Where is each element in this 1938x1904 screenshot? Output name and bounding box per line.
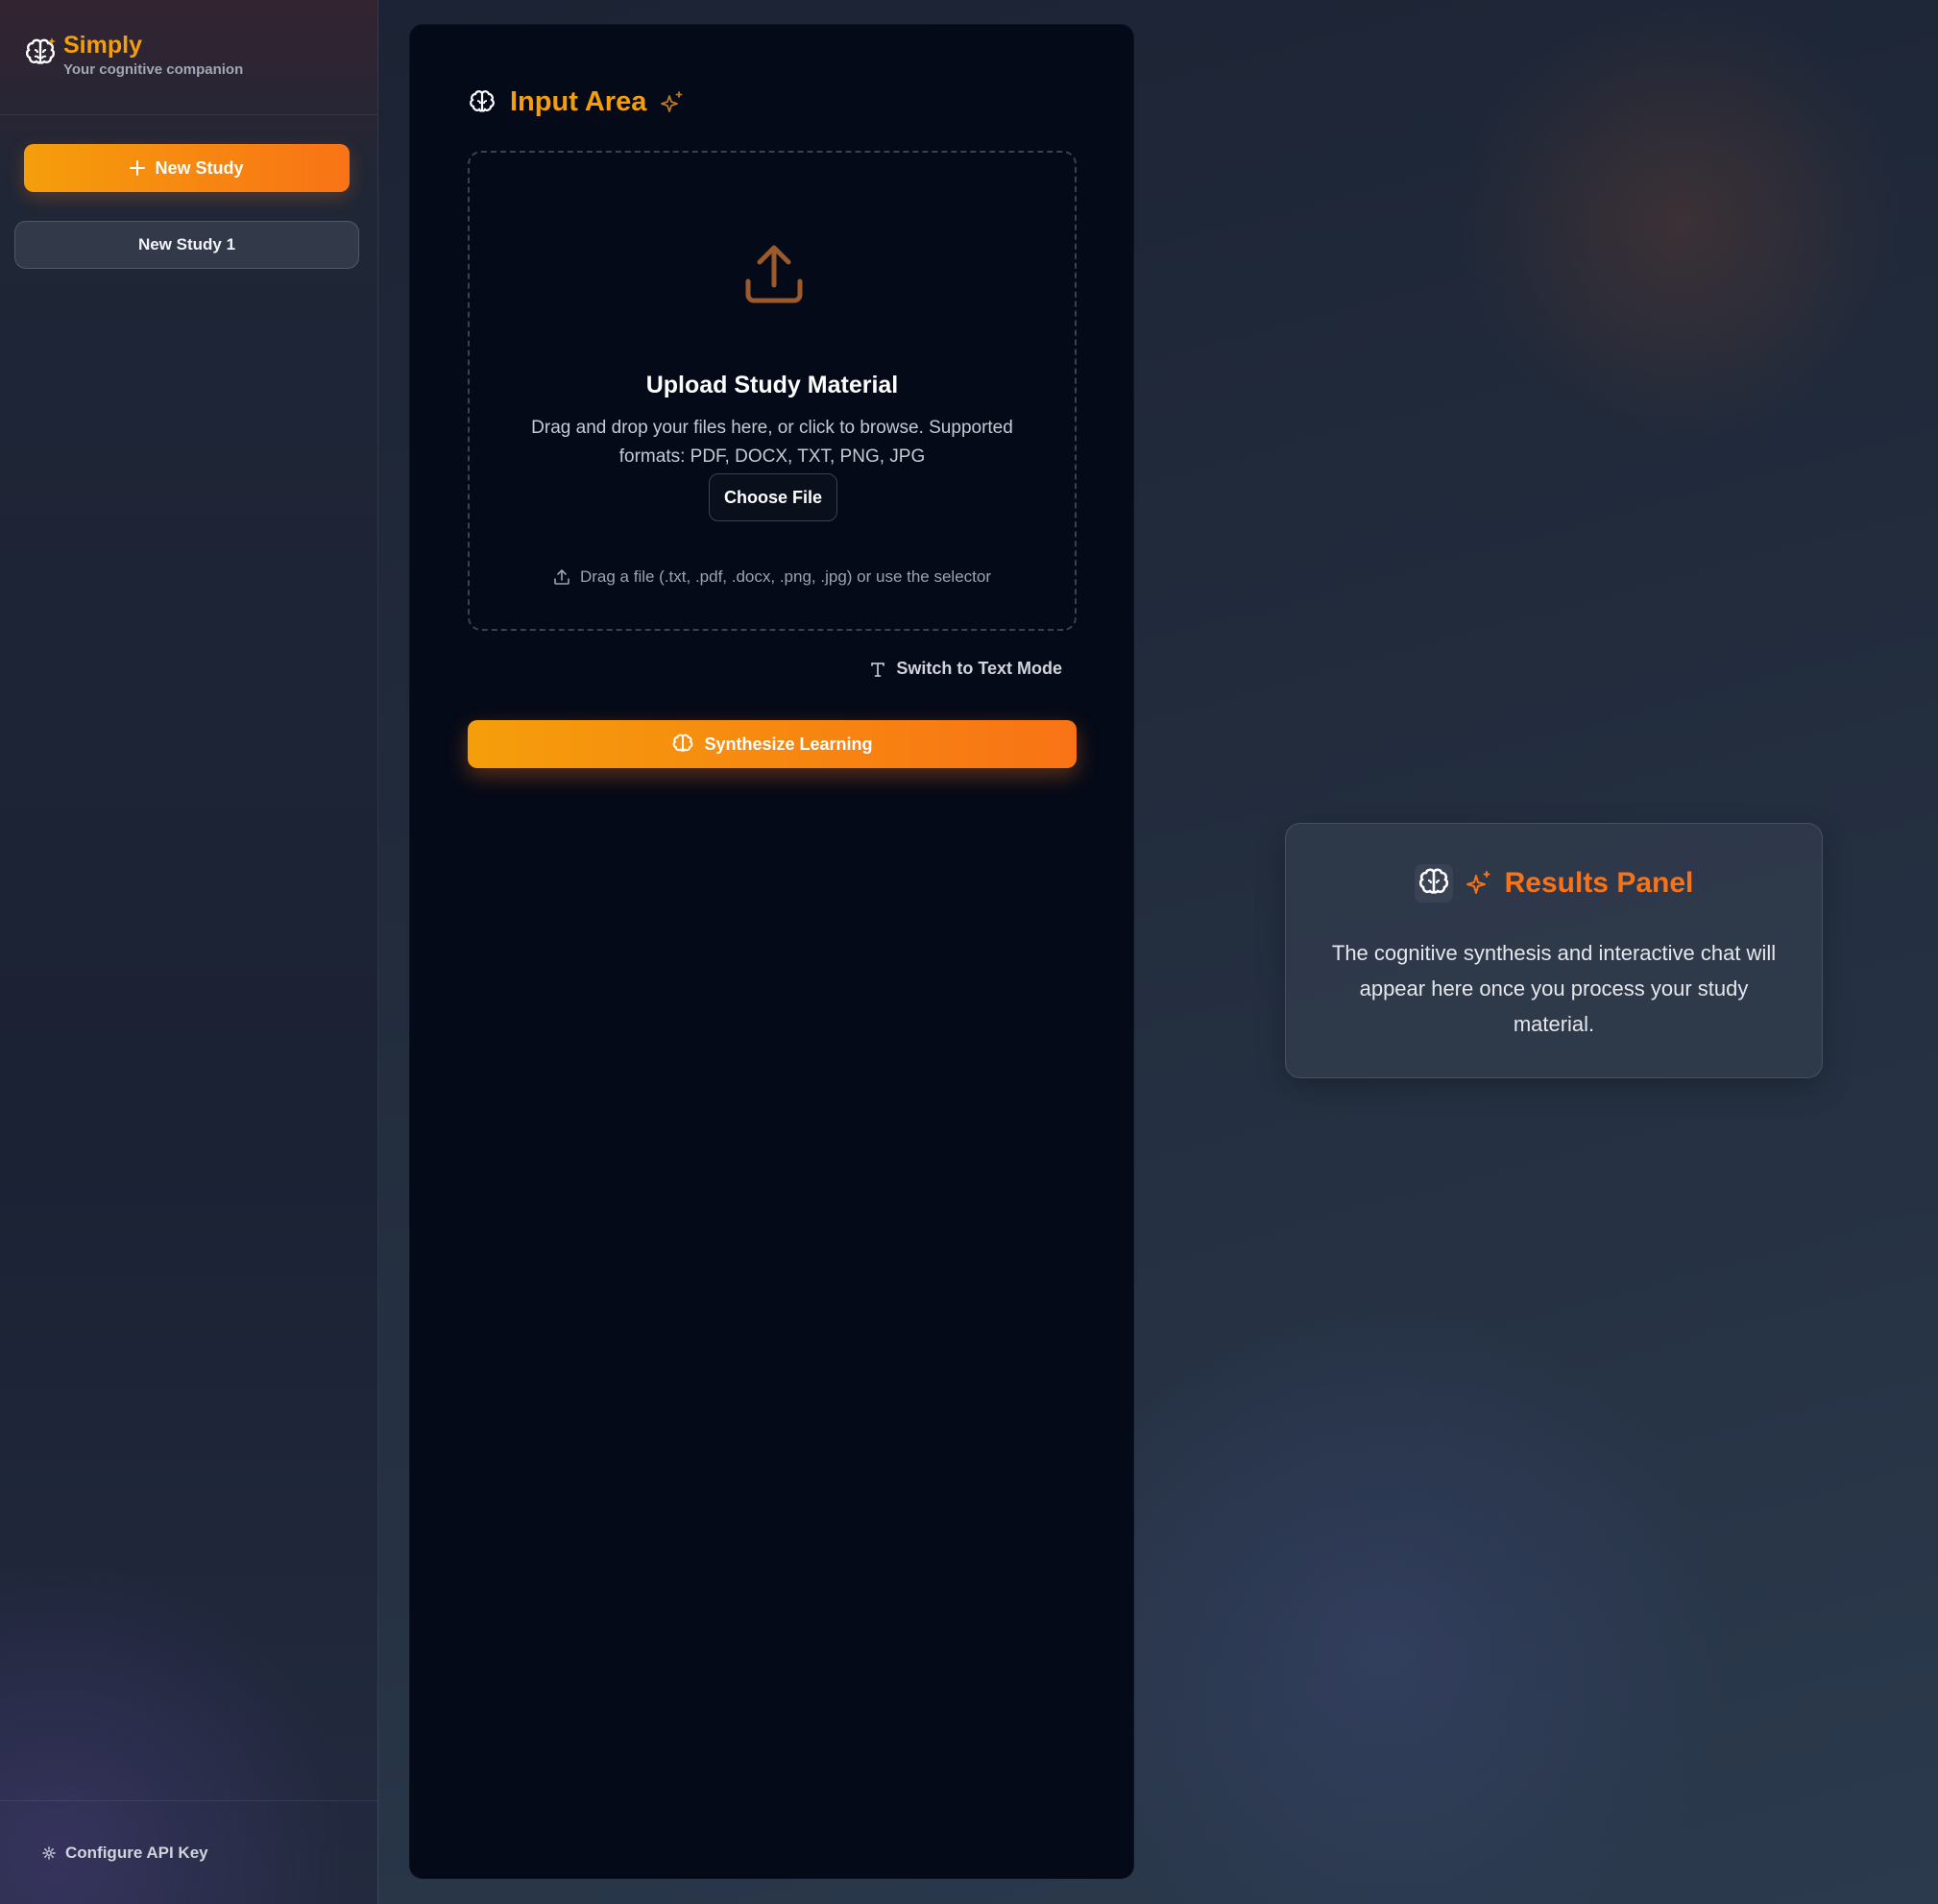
- brand-header: Simply Your cognitive companion: [0, 0, 377, 115]
- choose-file-label: Choose File: [723, 487, 822, 507]
- new-study-label: New Study: [155, 157, 244, 178]
- upload-dropzone[interactable]: Upload Study Material Drag and drop your…: [468, 151, 1077, 631]
- sidebar: Simply Your cognitive companion New Stud…: [0, 0, 378, 1904]
- text-type-icon: [869, 661, 886, 678]
- results-description: The cognitive synthesis and interactive …: [1331, 941, 1777, 1036]
- results-header: Results Panel: [1286, 864, 1822, 903]
- configure-api-key-label: Configure API Key: [65, 1843, 208, 1862]
- synthesize-label: Synthesize Learning: [704, 734, 873, 754]
- plus-icon: [130, 160, 146, 176]
- results-title: Results Panel: [1504, 867, 1694, 899]
- results-panel: Results Panel The cognitive synthesis an…: [1285, 823, 1823, 1078]
- brain-logo-icon: [23, 36, 58, 70]
- upload-small-icon: [553, 568, 570, 586]
- synthesize-learning-button[interactable]: Synthesize Learning: [468, 720, 1077, 768]
- configure-api-key-button[interactable]: Configure API Key: [42, 1844, 208, 1863]
- upload-hint: Drag a file (.txt, .pdf, .docx, .png, .j…: [470, 567, 1075, 587]
- new-study-button[interactable]: New Study: [24, 144, 350, 192]
- input-panel: Input Area Upload Study Material Drag an…: [409, 24, 1134, 1879]
- brain-icon: [671, 733, 694, 756]
- app-subtitle: Your cognitive companion: [63, 60, 244, 78]
- choose-file-button[interactable]: Choose File: [709, 473, 837, 521]
- upload-hint-text: Drag a file (.txt, .pdf, .docx, .png, .j…: [579, 567, 992, 586]
- sidebar-item-new-study-1[interactable]: New Study 1: [14, 221, 359, 269]
- switch-label: Switch to Text Mode: [896, 659, 1062, 678]
- upload-description: Drag and drop your files here, or click …: [531, 418, 1013, 467]
- sidebar-footer: Configure API Key: [0, 1800, 378, 1904]
- input-area-title: Input Area: [510, 86, 647, 117]
- input-area-header: Input Area: [468, 86, 685, 118]
- sidebar-item-label: New Study 1: [137, 235, 236, 253]
- brain-icon: [1414, 864, 1453, 903]
- sparkles-icon: [660, 90, 685, 115]
- upload-title: Upload Study Material: [645, 372, 899, 398]
- sparkles-icon: [1465, 869, 1493, 898]
- app-title: Simply: [63, 31, 142, 59]
- upload-icon: [740, 241, 808, 308]
- gear-icon: [42, 1845, 56, 1860]
- brain-icon: [468, 88, 497, 117]
- switch-to-text-mode-button[interactable]: Switch to Text Mode: [869, 659, 1062, 679]
